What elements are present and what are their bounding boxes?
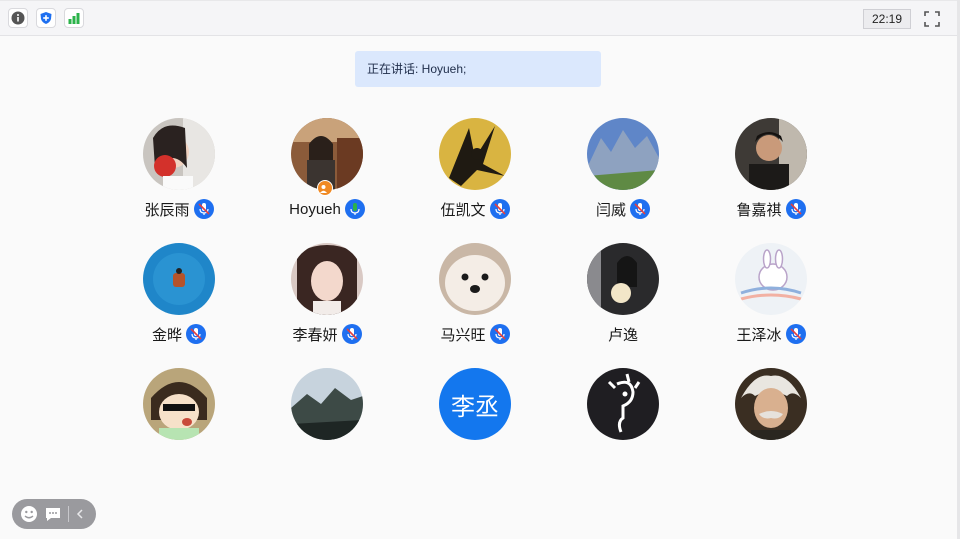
bottom-control-bar	[12, 499, 96, 529]
avatar: 李丞	[439, 368, 511, 440]
participant-name-row: 鲁嘉祺	[697, 198, 845, 220]
mic-muted-icon[interactable]	[785, 324, 806, 344]
collapse-icon[interactable]	[70, 504, 90, 524]
participant-name: 李春妍	[292, 326, 338, 344]
mic-muted-icon[interactable]	[193, 199, 214, 219]
avatar	[587, 118, 659, 190]
avatar	[291, 118, 363, 190]
participant-name-row: 李春妍	[253, 323, 401, 345]
top-toolbar: 22:19	[0, 0, 958, 36]
participant-tile[interactable]: 金晔	[105, 243, 253, 353]
participant-name-row: 马兴旺	[401, 323, 549, 345]
participant-name: 王泽冰	[736, 326, 782, 344]
participant-name-row: 伍凯文	[401, 198, 549, 220]
participant-tile[interactable]	[697, 368, 845, 478]
avatar	[143, 118, 215, 190]
fullscreen-icon[interactable]	[922, 9, 942, 29]
separator	[68, 506, 69, 522]
mic-active-icon[interactable]	[344, 199, 365, 219]
participant-tile[interactable]: 张辰雨	[105, 118, 253, 228]
speaking-indicator: 正在讲话: Hoyueh;	[355, 51, 601, 87]
participant-name-row: 张辰雨	[105, 198, 253, 220]
participant-name: Hoyueh	[289, 200, 341, 218]
participant-tile[interactable]: 马兴旺	[401, 243, 549, 353]
avatar	[143, 243, 215, 315]
participant-name: 张辰雨	[144, 201, 190, 219]
avatar	[291, 368, 363, 440]
participant-tile[interactable]	[549, 368, 697, 478]
meeting-clock: 22:19	[863, 9, 911, 29]
info-icon[interactable]	[8, 8, 28, 28]
participant-tile[interactable]: 伍凯文	[401, 118, 549, 228]
participant-name: 闫威	[595, 201, 626, 219]
avatar	[735, 243, 807, 315]
avatar	[439, 243, 511, 315]
participant-tile[interactable]: 卢逸	[549, 243, 697, 353]
shield-icon[interactable]	[36, 8, 56, 28]
participant-tile[interactable]: Hoyueh	[253, 118, 401, 228]
avatar	[439, 118, 511, 190]
mic-muted-icon[interactable]	[785, 199, 806, 219]
participant-name-row: 闫威	[549, 198, 697, 220]
participant-name: 卢逸	[607, 326, 638, 344]
host-badge-icon	[317, 180, 333, 196]
participant-name: 金晔	[151, 326, 182, 344]
avatar-initials: 李丞	[451, 392, 499, 421]
participant-tile[interactable]: 鲁嘉祺	[697, 118, 845, 228]
participant-tile[interactable]: 李丞	[401, 368, 549, 478]
avatar	[735, 118, 807, 190]
mic-muted-icon[interactable]	[489, 324, 510, 344]
avatar	[143, 368, 215, 440]
mic-muted-icon[interactable]	[489, 199, 510, 219]
participant-name-row: 王泽冰	[697, 323, 845, 345]
participant-tile[interactable]	[253, 368, 401, 478]
participant-tile[interactable]: 李春妍	[253, 243, 401, 353]
mic-muted-icon[interactable]	[186, 324, 206, 344]
chat-icon[interactable]	[43, 504, 63, 524]
avatar	[587, 243, 659, 315]
signal-icon[interactable]	[64, 8, 84, 28]
participant-name-row: 金晔	[105, 323, 253, 345]
participant-name-row: 卢逸	[549, 323, 697, 345]
emoji-icon[interactable]	[19, 504, 39, 524]
mic-muted-icon[interactable]	[630, 199, 650, 219]
participant-tile[interactable]: 王泽冰	[697, 243, 845, 353]
participant-name-row: Hoyueh	[253, 198, 401, 220]
avatar	[291, 243, 363, 315]
participant-name: 马兴旺	[440, 326, 486, 344]
participant-tile[interactable]	[105, 368, 253, 478]
participant-name: 伍凯文	[440, 201, 486, 219]
mic-muted-icon[interactable]	[341, 324, 362, 344]
avatar	[587, 368, 659, 440]
participant-tile[interactable]: 闫威	[549, 118, 697, 228]
participant-name: 鲁嘉祺	[736, 201, 782, 219]
avatar	[735, 368, 807, 440]
